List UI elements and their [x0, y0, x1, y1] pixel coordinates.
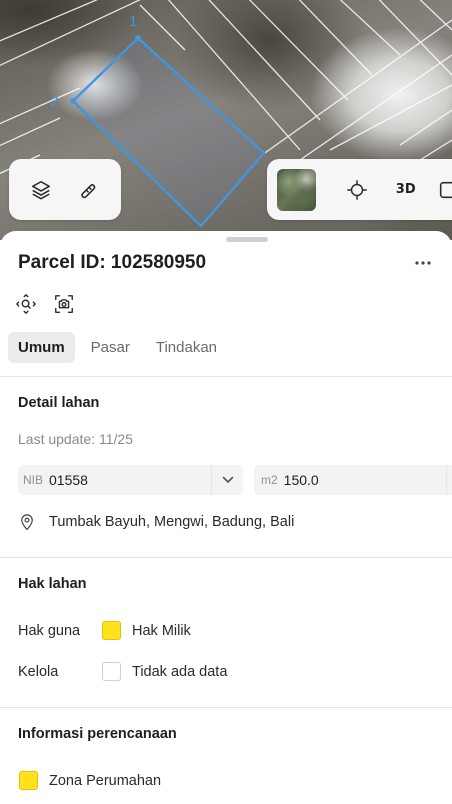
divider [0, 707, 452, 708]
locate-button[interactable] [338, 170, 376, 210]
nib-dropdown-toggle[interactable] [211, 465, 243, 495]
parcel-detail-sheet: Parcel ID: 102580950 Umum Pasar Tindakan… [0, 231, 452, 804]
parcel-title: Parcel ID: 102580950 [18, 252, 207, 273]
location-row: Tumbak Bayuh, Mengwi, Badung, Bali [18, 512, 294, 532]
section-title-rights: Hak lahan [18, 576, 87, 592]
hak-guna-label: Hak guna [18, 623, 81, 639]
detail-tabs: Umum Pasar Tindakan [8, 332, 227, 363]
focus-parcel-icon [16, 294, 36, 314]
more-horizontal-icon [415, 261, 431, 265]
tab-tindakan[interactable]: Tindakan [146, 332, 227, 363]
screenshot-button[interactable] [52, 292, 76, 316]
parcel-tools [14, 292, 76, 316]
divider [0, 557, 452, 558]
focus-parcel-button[interactable] [14, 292, 38, 316]
layers-icon [31, 180, 51, 199]
map-tools-panel [9, 159, 121, 220]
divider [0, 376, 452, 377]
field-divider [446, 465, 447, 495]
area-prefix: m2 [261, 473, 278, 487]
crosshair-icon [347, 179, 368, 200]
kelola-value: Tidak ada data [132, 664, 228, 680]
view-3d-label: 3D [395, 182, 416, 197]
vertex-label-1: 1 [129, 13, 137, 30]
nib-prefix: NIB [23, 473, 44, 487]
view-3d-button[interactable]: 3D [387, 170, 425, 210]
screenshot-icon [55, 295, 73, 313]
map-view[interactable]: 1 2 3D [0, 0, 452, 240]
vertex-label-2: 2 [50, 93, 58, 110]
section-title-planning: Informasi perencanaan [18, 726, 177, 742]
expand-icon [440, 181, 452, 198]
area-field[interactable]: m2 150.0 [254, 465, 452, 495]
expand-button[interactable] [429, 170, 452, 210]
location-pin-icon [21, 514, 33, 531]
area-value: 150.0 [283, 472, 319, 488]
basemap-satellite-thumbnail[interactable] [277, 168, 317, 211]
nib-value: 01558 [49, 472, 88, 488]
kelola-color-swatch [102, 662, 121, 681]
nib-field[interactable]: NIB 01558 [18, 465, 243, 495]
section-title-detail: Detail lahan [18, 395, 100, 411]
location-text: Tumbak Bayuh, Mengwi, Badung, Bali [49, 514, 295, 530]
zone-label: Zona Perumahan [49, 773, 162, 789]
more-options-button[interactable] [410, 251, 436, 275]
hak-guna-color-swatch [102, 621, 121, 640]
chevron-down-icon [222, 476, 233, 483]
kelola-label: Kelola [18, 664, 59, 680]
hak-guna-value: Hak Milik [132, 623, 191, 639]
tab-umum[interactable]: Umum [8, 332, 75, 363]
zone-color-swatch [19, 771, 38, 790]
map-view-panel: 3D [267, 159, 452, 220]
measure-button[interactable] [69, 170, 109, 210]
layers-button[interactable] [21, 170, 61, 210]
tab-pasar[interactable]: Pasar [81, 332, 140, 363]
sheet-drag-handle[interactable] [226, 237, 268, 242]
last-update-text: Last update: 11/25 [18, 431, 133, 447]
measure-icon [81, 183, 96, 198]
